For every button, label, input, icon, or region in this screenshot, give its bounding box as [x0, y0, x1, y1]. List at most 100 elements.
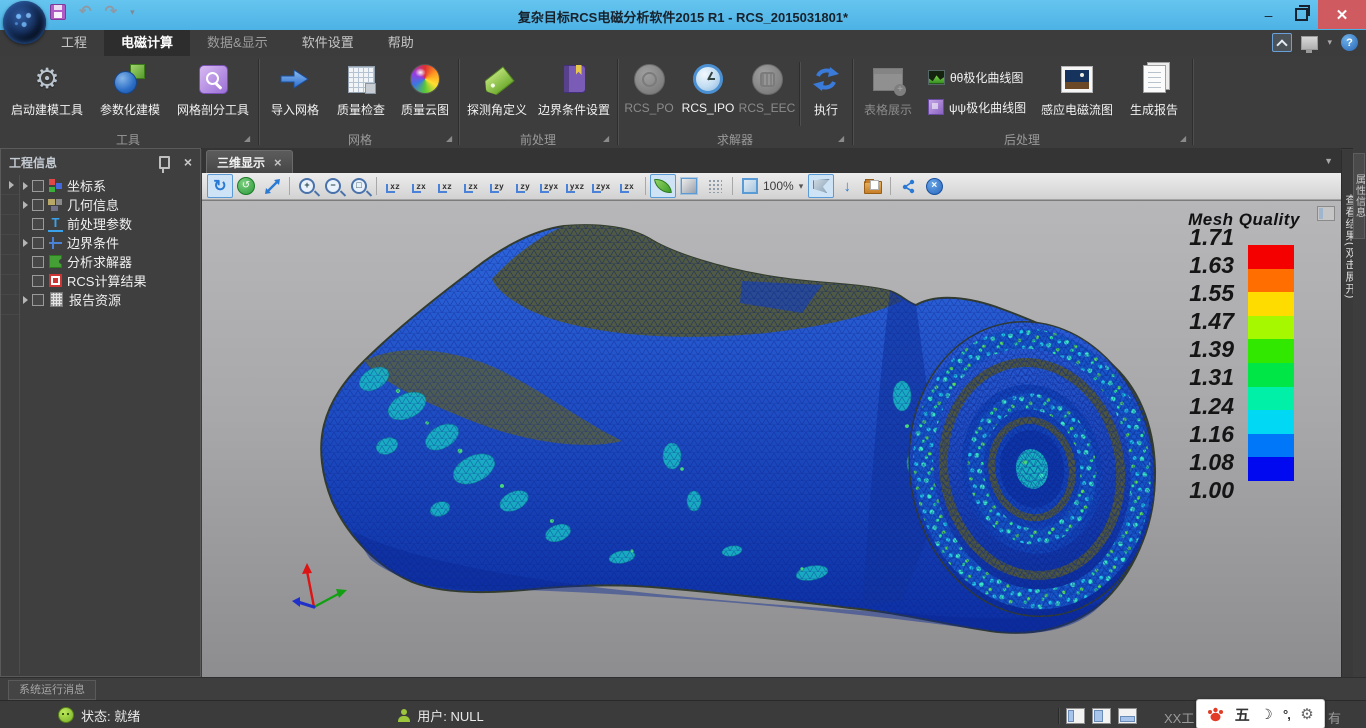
tree-item-report-resources[interactable]: 报告资源	[21, 290, 198, 309]
view-preset-button[interactable]: zy	[511, 174, 537, 198]
layout-split-panel-icon[interactable]	[1092, 708, 1111, 724]
checkbox[interactable]	[32, 294, 44, 306]
pan-view-button[interactable]	[259, 174, 285, 198]
group-expander-icon[interactable]: ◢	[244, 134, 250, 143]
zoom-in-button[interactable]: +	[294, 174, 320, 198]
menu-tab-software-settings[interactable]: 软件设置	[285, 30, 371, 56]
induced-current-map-button[interactable]: 感应电磁流图	[1034, 59, 1120, 129]
layout-left-panel-icon[interactable]	[1066, 708, 1085, 724]
tree-item-boundary-conditions[interactable]: 边界条件	[21, 233, 198, 252]
ime-punctuation-label[interactable]: °,	[1283, 707, 1290, 722]
view-preset-button[interactable]: xz	[381, 174, 407, 198]
checkbox[interactable]	[32, 218, 44, 230]
execute-button[interactable]: 执行	[804, 59, 848, 129]
viewport-corner-panel-icon[interactable]	[1317, 206, 1335, 221]
rotate-view-button[interactable]: ↻	[207, 174, 233, 198]
group-expander-icon[interactable]: ◢	[838, 134, 844, 143]
moon-icon[interactable]: ☽	[1260, 706, 1273, 723]
view-preset-button[interactable]: zyx	[537, 174, 563, 198]
drop-view-button[interactable]: ↓	[834, 174, 860, 198]
viewport-3d[interactable]: Mesh Quality 1.71 1.63 1.55 1.47 1.39 1.…	[202, 200, 1341, 677]
capture-folder-button[interactable]	[860, 174, 886, 198]
menu-tab-data-display[interactable]: 数据&显示	[190, 30, 285, 56]
help-icon[interactable]: ?	[1341, 34, 1358, 51]
view-preset-button[interactable]: zx	[615, 174, 641, 198]
tree-item-rcs-results[interactable]: RCS计算结果	[21, 271, 198, 290]
shaded-mode-button[interactable]	[650, 174, 676, 198]
import-mesh-button[interactable]: 导入网格	[264, 59, 326, 129]
view-preset-button[interactable]: zx	[459, 174, 485, 198]
undo-icon[interactable]: ↶	[79, 4, 92, 20]
chevron-right-icon[interactable]	[9, 181, 14, 189]
menu-tab-project[interactable]: 工程	[44, 30, 104, 56]
close-view-button[interactable]: ×	[921, 174, 947, 198]
zoom-level-dropdown[interactable]: 100% ▾	[737, 178, 808, 194]
tree-item-geometry-info[interactable]: 几何信息	[21, 195, 198, 214]
mesh-partition-tool-button[interactable]: 网格剖分工具	[172, 59, 254, 129]
system-messages-tab[interactable]: 系统运行消息	[8, 680, 96, 700]
view-preset-button[interactable]: yxz	[563, 174, 589, 198]
redo-icon[interactable]: ↷	[105, 4, 118, 20]
boundary-condition-settings-button[interactable]: 边界条件设置	[534, 59, 614, 129]
tree-item-analysis-solver[interactable]: 分析求解器	[21, 252, 198, 271]
generate-report-button[interactable]: 生成报告	[1124, 59, 1184, 129]
wireframe-mode-button[interactable]	[702, 174, 728, 198]
save-icon[interactable]	[50, 4, 66, 20]
checkbox[interactable]	[32, 275, 44, 287]
flat-mode-button[interactable]	[676, 174, 702, 198]
restore-button[interactable]	[1285, 0, 1318, 29]
probe-angle-define-button[interactable]: 探测角定义	[464, 59, 530, 129]
theta-polarization-curve-button[interactable]: θθ极化曲线图	[924, 64, 1027, 90]
collapse-ribbon-icon[interactable]	[1272, 33, 1292, 52]
zoom-out-button[interactable]: −	[320, 174, 346, 198]
display-style-icon[interactable]	[1301, 36, 1318, 50]
minimize-button[interactable]: –	[1252, 0, 1285, 29]
ime-paw-icon[interactable]	[1207, 706, 1224, 722]
orbit-view-button[interactable]: ↺	[233, 174, 259, 198]
menu-tab-em-computation[interactable]: 电磁计算	[104, 30, 190, 56]
chevron-right-icon[interactable]	[23, 296, 28, 304]
quality-check-button[interactable]: 质量检查	[330, 59, 392, 129]
checkbox[interactable]	[32, 256, 44, 268]
display-style-dropdown-icon[interactable]: ▾	[1327, 37, 1332, 48]
tab-list-dropdown-icon[interactable]: ▼	[1324, 156, 1333, 166]
ribbon-group-label-tools: 工具	[20, 131, 236, 146]
view-preset-button[interactable]: zyx	[589, 174, 615, 198]
zoom-fit-button[interactable]: □	[346, 174, 372, 198]
checkbox[interactable]	[32, 199, 44, 211]
chevron-right-icon[interactable]	[23, 201, 28, 209]
view-preset-button[interactable]: xz	[433, 174, 459, 198]
checkbox[interactable]	[32, 237, 44, 249]
checkbox[interactable]	[32, 180, 44, 192]
parametric-modeling-button[interactable]: 参数化建模	[92, 59, 168, 129]
tree-item-preprocess-params[interactable]: T 前处理参数	[21, 214, 198, 233]
ime-gear-icon[interactable]: ⚙	[1300, 705, 1313, 723]
layout-bottom-panel-icon[interactable]	[1118, 708, 1137, 724]
ime-mode-label[interactable]: 五	[1235, 704, 1250, 725]
pin-icon[interactable]	[159, 156, 170, 169]
group-expander-icon[interactable]: ◢	[603, 134, 609, 143]
close-icon[interactable]: ×	[184, 155, 192, 169]
group-expander-icon[interactable]: ◢	[1180, 134, 1186, 143]
view-preset-button[interactable]: zx	[407, 174, 433, 198]
pick-tool-button[interactable]	[808, 174, 834, 198]
launch-modeling-tool-button[interactable]: ⚙ 启动建模工具	[6, 59, 88, 129]
chevron-right-icon[interactable]	[23, 239, 28, 247]
close-button[interactable]: ✕	[1318, 0, 1366, 29]
ime-toolbar[interactable]: 五 ☽ °, ⚙	[1196, 699, 1325, 728]
results-collapsed-bar[interactable]: 查看结果(双击展开)	[1341, 150, 1353, 677]
tab-close-icon[interactable]: ×	[274, 155, 282, 170]
view-preset-button[interactable]: zy	[485, 174, 511, 198]
chevron-right-icon[interactable]	[23, 182, 28, 190]
app-logo[interactable]	[3, 1, 46, 44]
tree-item-coordinate-system[interactable]: 坐标系	[21, 176, 198, 195]
share-view-button[interactable]	[895, 174, 921, 198]
psi-polarization-curve-button[interactable]: ψψ极化曲线图	[924, 94, 1030, 120]
tab-3d-display[interactable]: 三维显示 ×	[206, 150, 293, 173]
properties-collapsed-tab[interactable]: 属性信息	[1353, 153, 1365, 239]
group-expander-icon[interactable]: ◢	[446, 134, 452, 143]
menu-tab-help[interactable]: 帮助	[371, 30, 431, 56]
quality-cloudmap-button[interactable]: 质量云图	[396, 59, 454, 129]
quick-access-dropdown-icon[interactable]: ▾	[130, 7, 135, 18]
rcs-ipo-button[interactable]: RCS_IPO	[680, 59, 736, 129]
